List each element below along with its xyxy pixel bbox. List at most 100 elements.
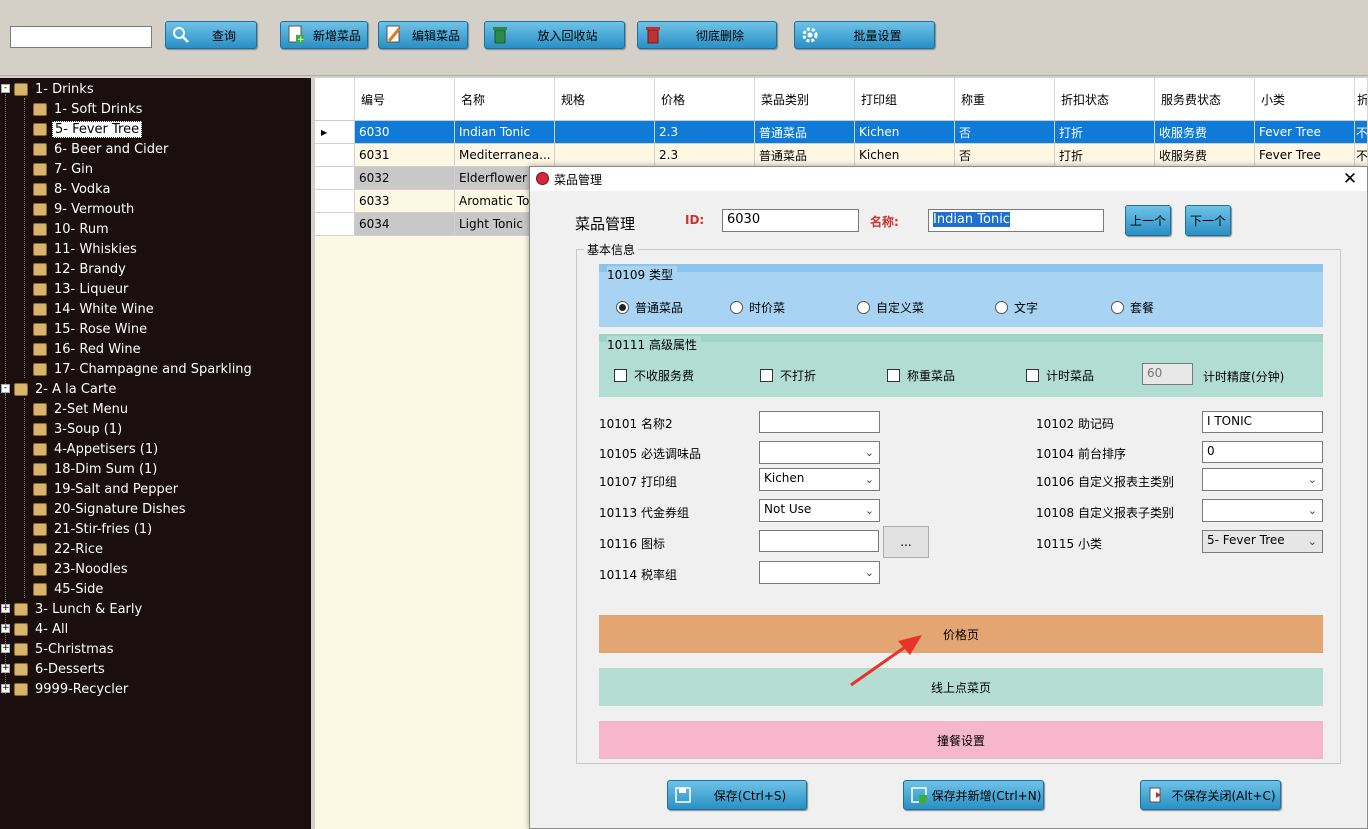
expand-toggle-icon[interactable]: + xyxy=(1,664,10,673)
column-header[interactable]: 菜品类别 xyxy=(755,78,855,121)
radio-text[interactable]: 文字 xyxy=(995,299,1038,316)
column-header[interactable]: 编号 xyxy=(355,78,455,121)
column-header[interactable]: 折 xyxy=(1355,78,1368,121)
online-order-page-button[interactable]: 线上点菜页 xyxy=(599,668,1323,706)
expand-toggle-icon[interactable]: + xyxy=(1,624,10,633)
column-header[interactable]: 小类 xyxy=(1255,78,1355,121)
edit-dish-button[interactable]: 编辑菜品 xyxy=(378,21,468,49)
search-input[interactable] xyxy=(10,26,152,48)
radio-custom-dish[interactable]: 自定义菜 xyxy=(857,299,924,316)
cell-name[interactable]: Mediterranea... xyxy=(455,144,555,167)
mnemonic-input[interactable]: I TONIC xyxy=(1202,411,1323,433)
tree-node-christmas[interactable]: + 5-Christmas xyxy=(0,639,116,659)
cell-price[interactable]: 2.3 xyxy=(655,121,755,144)
timer-precision-input[interactable]: 60 xyxy=(1142,363,1193,385)
column-header[interactable]: 服务费状态 xyxy=(1155,78,1255,121)
cell-extra[interactable]: 不 xyxy=(1355,144,1368,167)
collapse-toggle-icon[interactable]: - xyxy=(1,384,10,393)
id-input[interactable]: 6030 xyxy=(722,209,859,232)
collapse-toggle-icon[interactable]: - xyxy=(1,84,10,93)
cell-name[interactable]: Indian Tonic xyxy=(455,121,555,144)
cell-category[interactable]: 普通菜品 xyxy=(755,121,855,144)
previous-button[interactable]: 上一个 xyxy=(1125,205,1171,236)
column-header[interactable]: 称重 xyxy=(955,78,1055,121)
cell-print-group[interactable]: Kichen xyxy=(855,121,955,144)
save-button[interactable]: 保存(Ctrl+S) xyxy=(667,780,807,810)
tax-group-select[interactable]: ⌄ xyxy=(759,561,880,584)
name2-input[interactable] xyxy=(759,411,880,433)
cell-code[interactable]: 6033 xyxy=(355,190,455,213)
query-button[interactable]: 查询 xyxy=(165,21,257,49)
collision-settings-button[interactable]: 撞餐设置 xyxy=(599,721,1323,759)
tree-node-set-menu[interactable]: 2-Set Menu xyxy=(33,399,130,419)
cell-code[interactable]: 6031 xyxy=(355,144,455,167)
column-header[interactable]: 价格 xyxy=(655,78,755,121)
batch-settings-button[interactable]: 批量设置 xyxy=(794,21,935,49)
subclass-select[interactable]: 5- Fever Tree ⌄ xyxy=(1202,530,1323,553)
dialog-titlebar[interactable]: 菜品管理 ✕ xyxy=(530,167,1367,191)
tree-node-dim-sum[interactable]: 18-Dim Sum (1) xyxy=(33,459,159,479)
tree-node-brandy[interactable]: 12- Brandy xyxy=(33,259,128,279)
radio-normal-dish[interactable]: 普通菜品 xyxy=(616,299,683,316)
tree-node-drinks[interactable]: - 1- Drinks xyxy=(0,79,96,99)
cell-code[interactable]: 6034 xyxy=(355,213,455,236)
column-header[interactable]: 打印组 xyxy=(855,78,955,121)
tree-node-salt-pepper[interactable]: 19-Salt and Pepper xyxy=(33,479,180,499)
voucher-group-select[interactable]: Not Use ⌄ xyxy=(759,499,880,522)
column-header[interactable]: 折扣状态 xyxy=(1055,78,1155,121)
cell-subclass[interactable]: Fever Tree xyxy=(1255,144,1355,167)
add-dish-button[interactable]: + 新增菜品 xyxy=(280,21,368,49)
cell-discount[interactable]: 打折 xyxy=(1055,121,1155,144)
cell-service[interactable]: 收服务费 xyxy=(1155,121,1255,144)
icon-path-input[interactable] xyxy=(759,530,879,552)
tree-node-noodles[interactable]: 23-Noodles xyxy=(33,559,130,579)
tree-node-appetisers[interactable]: 4-Appetisers (1) xyxy=(33,439,160,459)
tree-node-a-la-carte[interactable]: - 2- A la Carte xyxy=(0,379,118,399)
required-condiment-select[interactable]: ⌄ xyxy=(759,441,880,464)
tree-node-liqueur[interactable]: 13- Liqueur xyxy=(33,279,130,299)
tree-node-desserts[interactable]: + 6-Desserts xyxy=(0,659,107,679)
cell-price[interactable]: 2.3 xyxy=(655,144,755,167)
next-button[interactable]: 下一个 xyxy=(1185,205,1231,236)
tree-node-side[interactable]: 45-Side xyxy=(33,579,105,599)
cell-spec[interactable] xyxy=(555,144,655,167)
checkbox-no-discount[interactable]: 不打折 xyxy=(760,367,816,384)
tree-node-red-wine[interactable]: 16- Red Wine xyxy=(33,339,143,359)
cell-print-group[interactable]: Kichen xyxy=(855,144,955,167)
save-and-new-button[interactable]: 保存并新增(Ctrl+N) xyxy=(903,780,1044,810)
column-header[interactable]: 规格 xyxy=(555,78,655,121)
tree-node-lunch-early[interactable]: + 3- Lunch & Early xyxy=(0,599,144,619)
tree-node-gin[interactable]: 7- Gin xyxy=(33,159,95,179)
cell-discount[interactable]: 打折 xyxy=(1055,144,1155,167)
tree-node-signature[interactable]: 20-Signature Dishes xyxy=(33,499,188,519)
name-input[interactable]: Indian Tonic xyxy=(928,209,1104,232)
tree-node-rose-wine[interactable]: 15- Rose Wine xyxy=(33,319,149,339)
tree-node-rice[interactable]: 22-Rice xyxy=(33,539,105,559)
report-sub-category-select[interactable]: ⌄ xyxy=(1202,499,1323,522)
tree-node-rum[interactable]: 10- Rum xyxy=(33,219,111,239)
tree-node-vermouth[interactable]: 9- Vermouth xyxy=(33,199,136,219)
cell-service[interactable]: 收服务费 xyxy=(1155,144,1255,167)
tree-node-soft-drinks[interactable]: 1- Soft Drinks xyxy=(33,99,144,119)
browse-icon-button[interactable]: ... xyxy=(883,526,929,558)
cell-code[interactable]: 6030 xyxy=(355,121,455,144)
price-page-button[interactable]: 价格页 xyxy=(599,615,1323,653)
permanent-delete-button[interactable]: 彻底删除 xyxy=(637,21,777,49)
front-sort-input[interactable]: 0 xyxy=(1202,441,1323,463)
tree-node-fever-tree[interactable]: 5- Fever Tree xyxy=(33,119,143,139)
tree-node-whiskies[interactable]: 11- Whiskies xyxy=(33,239,139,259)
column-header[interactable]: 名称 xyxy=(455,78,555,121)
tree-node-vodka[interactable]: 8- Vodka xyxy=(33,179,112,199)
cell-weighed[interactable]: 否 xyxy=(955,121,1055,144)
tree-node-white-wine[interactable]: 14- White Wine xyxy=(33,299,156,319)
cell-weighed[interactable]: 否 xyxy=(955,144,1055,167)
expand-toggle-icon[interactable]: + xyxy=(1,644,10,653)
checkbox-weighed-dish[interactable]: 称重菜品 xyxy=(887,367,955,384)
cell-extra[interactable]: 不 xyxy=(1355,121,1368,144)
checkbox-no-service-fee[interactable]: 不收服务费 xyxy=(614,367,694,384)
close-without-save-button[interactable]: 不保存关闭(Alt+C) xyxy=(1140,780,1281,810)
close-icon[interactable]: ✕ xyxy=(1341,169,1359,189)
cell-subclass[interactable]: Fever Tree xyxy=(1255,121,1355,144)
print-group-select[interactable]: Kichen ⌄ xyxy=(759,468,880,491)
cell-spec[interactable] xyxy=(555,121,655,144)
